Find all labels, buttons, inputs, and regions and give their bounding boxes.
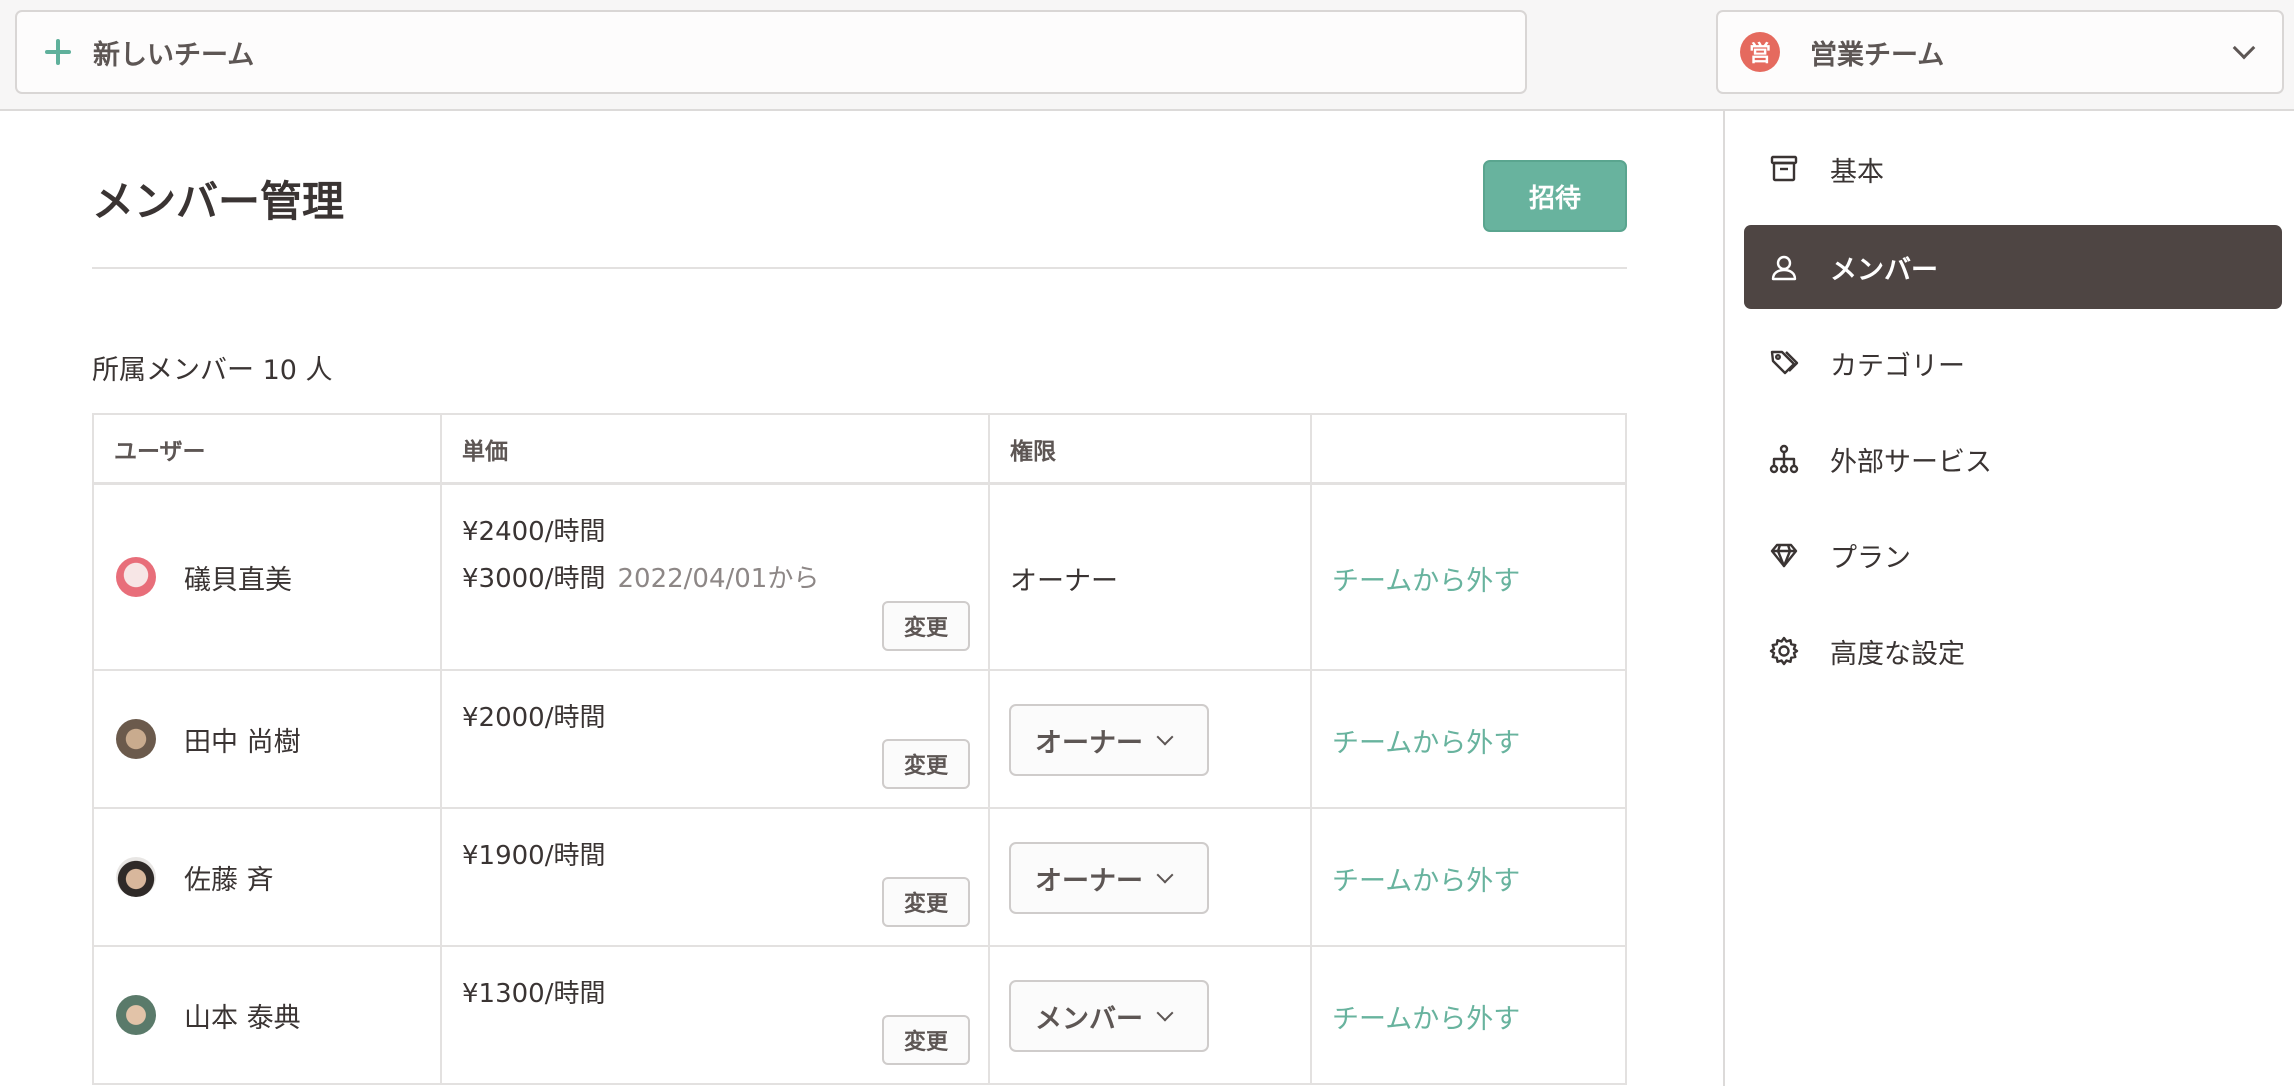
top-bar: 新しいチーム 営 営業チーム [0, 0, 2294, 111]
invite-button[interactable]: 招待 [1483, 160, 1627, 232]
action-cell: チームから外す [1312, 485, 1625, 669]
column-header-rate: 単価 [442, 415, 990, 482]
scheduled-rate: ¥3000/時間 2022/04/01から [462, 558, 819, 595]
archive-box-icon [1766, 151, 1802, 187]
role-select-value: オーナー [1035, 865, 1143, 897]
user-name: 礒貝直美 [184, 564, 292, 596]
user-name: 山本 泰典 [184, 1002, 301, 1034]
current-rate: ¥2400/時間 [462, 517, 606, 547]
chevron-down-icon [2232, 36, 2256, 60]
role-select[interactable]: オーナー [1009, 704, 1209, 776]
new-team-button[interactable]: 新しいチーム [15, 10, 1527, 94]
user-cell: 山本 泰典 [94, 947, 442, 1083]
sidebar-item-advanced-settings[interactable]: 高度な設定 [1744, 609, 2282, 693]
change-rate-button[interactable]: 変更 [882, 601, 970, 651]
current-rate: ¥1300/時間 [462, 979, 606, 1009]
table-row: 山本 泰典 ¥1300/時間 変更 メンバー チームから外す [94, 947, 1625, 1085]
role-cell: オーナー [990, 485, 1312, 669]
team-name: 営業チーム [1810, 39, 1945, 71]
sidebar-item-label: メンバー [1830, 254, 1938, 286]
change-rate-button[interactable]: 変更 [882, 1015, 970, 1065]
sidebar-item-external-services[interactable]: 外部サービス [1744, 417, 2282, 501]
table-row: 田中 尚樹 ¥2000/時間 変更 オーナー チームから外す [94, 671, 1625, 809]
sidebar-item-label: カテゴリー [1830, 350, 1965, 382]
column-header-role: 権限 [990, 415, 1312, 482]
role-select-value: メンバー [1035, 1003, 1143, 1035]
sidebar-item-label: プラン [1830, 542, 1911, 574]
diamond-icon [1766, 537, 1802, 573]
tags-icon [1766, 345, 1802, 381]
role-value: オーナー [1010, 566, 1118, 597]
sidebar-item-plan[interactable]: プラン [1744, 513, 2282, 597]
rate-cell: ¥1300/時間 変更 [442, 947, 990, 1083]
rate-cell: ¥2000/時間 変更 [442, 671, 990, 807]
sidebar-item-members[interactable]: メンバー [1744, 225, 2282, 309]
role-select-value: オーナー [1035, 727, 1143, 759]
user-icon [1766, 249, 1802, 285]
scheduled-rate-value: ¥3000/時間 [462, 564, 606, 594]
role-select[interactable]: メンバー [1009, 980, 1209, 1052]
role-select[interactable]: オーナー [1009, 842, 1209, 914]
remove-from-team-link[interactable]: チームから外す [1332, 559, 1520, 598]
chevron-down-icon [1156, 1004, 1174, 1022]
role-cell: メンバー [990, 947, 1312, 1083]
table-row: 佐藤 斉 ¥1900/時間 変更 オーナー チームから外す [94, 809, 1625, 947]
sidebar-item-basic[interactable]: 基本 [1744, 127, 2282, 211]
role-cell: オーナー [990, 671, 1312, 807]
role-cell: オーナー [990, 809, 1312, 945]
user-cell: 田中 尚樹 [94, 671, 442, 807]
team-logo: 営 [1740, 32, 1780, 72]
member-count: 所属メンバー 10 人 [92, 355, 333, 386]
avatar [116, 719, 156, 759]
column-header-actions [1312, 415, 1625, 482]
change-rate-button[interactable]: 変更 [882, 739, 970, 789]
user-cell: 礒貝直美 [94, 485, 442, 669]
user-name: 佐藤 斉 [184, 864, 274, 896]
rate-cell: ¥1900/時間 変更 [442, 809, 990, 945]
remove-from-team-link[interactable]: チームから外す [1332, 721, 1520, 760]
remove-from-team-link[interactable]: チームから外す [1332, 859, 1520, 898]
team-selector[interactable]: 営 営業チーム [1716, 10, 2284, 94]
chevron-down-icon [1156, 728, 1174, 746]
user-cell: 佐藤 斉 [94, 809, 442, 945]
action-cell: チームから外す [1312, 947, 1625, 1083]
page-title: メンバー管理 [92, 177, 345, 226]
gear-icon [1766, 633, 1802, 669]
current-rate: ¥1900/時間 [462, 841, 606, 871]
sidebar-item-label: 高度な設定 [1830, 638, 1965, 670]
avatar [116, 557, 156, 597]
scheduled-rate-date: 2022/04/01から [617, 564, 820, 594]
chevron-down-icon [1156, 866, 1174, 884]
user-name: 田中 尚樹 [184, 726, 301, 758]
table-header: ユーザー 単価 権限 [94, 415, 1625, 485]
table-row: 礒貝直美 ¥2400/時間 ¥3000/時間 2022/04/01から 変更 オー… [94, 485, 1625, 671]
plus-icon [45, 39, 71, 65]
sidebar-item-label: 外部サービス [1830, 446, 1992, 478]
avatar [116, 857, 156, 897]
sidebar-item-categories[interactable]: カテゴリー [1744, 321, 2282, 405]
rate-cell: ¥2400/時間 ¥3000/時間 2022/04/01から 変更 [442, 485, 990, 669]
settings-sidebar: 基本 メンバー カテゴリー 外部サービス プラン 高度な設定 [1723, 111, 2294, 1086]
action-cell: チームから外す [1312, 671, 1625, 807]
action-cell: チームから外す [1312, 809, 1625, 945]
change-rate-button[interactable]: 変更 [882, 877, 970, 927]
hierarchy-icon [1766, 441, 1802, 477]
new-team-label: 新しいチーム [93, 39, 255, 71]
current-rate: ¥2000/時間 [462, 703, 606, 733]
column-header-user: ユーザー [94, 415, 442, 482]
avatar [116, 995, 156, 1035]
divider [92, 267, 1627, 269]
members-table: ユーザー 単価 権限 礒貝直美 ¥2400/時間 ¥3000/時間 2022/04… [92, 413, 1627, 1085]
sidebar-item-label: 基本 [1830, 156, 1884, 188]
remove-from-team-link[interactable]: チームから外す [1332, 997, 1520, 1036]
